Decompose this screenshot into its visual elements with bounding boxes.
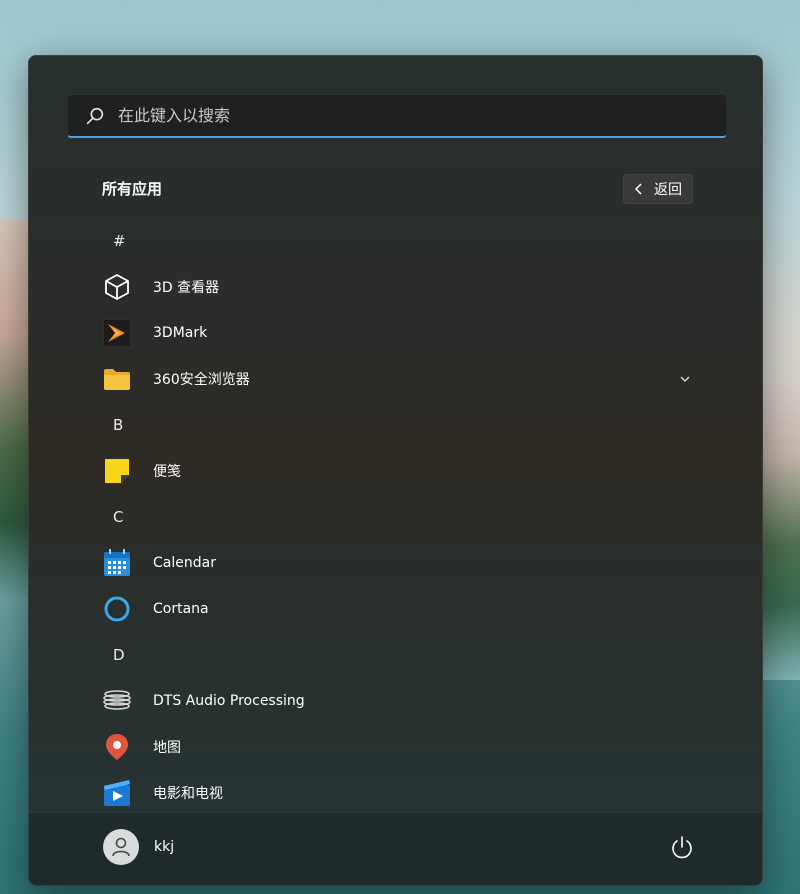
letter-header-d[interactable]: D — [29, 632, 762, 678]
movies-tv-icon — [103, 779, 131, 807]
letter-header-hash[interactable]: # — [29, 218, 762, 264]
app-label: Calendar — [153, 555, 216, 571]
app-item-sticky-notes[interactable]: 便笺 — [29, 448, 762, 494]
start-footer: kkj — [29, 812, 762, 885]
maps-icon — [103, 733, 131, 761]
app-item-movies-tv[interactable]: 电影和电视 — [29, 770, 762, 816]
app-item-360-browser[interactable]: 360安全浏览器 — [29, 356, 762, 402]
power-icon[interactable] — [669, 835, 695, 861]
app-item-dts-audio[interactable]: DTS Audio Processing — [29, 678, 762, 724]
letter-header-b[interactable]: B — [29, 402, 762, 448]
back-button[interactable]: 返回 — [623, 174, 693, 204]
app-label: 地图 — [153, 740, 181, 756]
back-button-label: 返回 — [654, 182, 682, 198]
start-menu: 所有应用 返回 # 3D 查看器 — [28, 55, 763, 886]
dts-icon — [103, 687, 131, 715]
letter-header-c[interactable]: C — [29, 494, 762, 540]
avatar[interactable] — [103, 829, 139, 865]
app-list: # 3D 查看器 3DMark 360安全浏览器 B 便笺 C Calendar… — [29, 218, 762, 816]
calendar-icon — [103, 549, 131, 577]
cortana-icon — [103, 595, 131, 623]
3dmark-icon — [103, 319, 131, 347]
app-item-maps[interactable]: 地图 — [29, 724, 762, 770]
app-label: 3D 查看器 — [153, 280, 220, 296]
app-label: 3DMark — [153, 325, 208, 341]
search-icon — [86, 107, 104, 124]
app-label: DTS Audio Processing — [153, 693, 305, 709]
app-item-cortana[interactable]: Cortana — [29, 586, 762, 632]
app-label: 便笺 — [153, 464, 181, 480]
all-apps-title: 所有应用 — [102, 180, 163, 198]
app-label: 电影和电视 — [153, 786, 223, 802]
app-label: Cortana — [153, 601, 209, 617]
chevron-down-icon[interactable] — [679, 373, 691, 385]
cube-icon — [103, 273, 131, 301]
search-box[interactable] — [67, 94, 727, 138]
app-label: 360安全浏览器 — [153, 372, 250, 388]
sticky-notes-icon — [103, 457, 131, 485]
folder-icon — [103, 365, 131, 393]
chevron-left-icon — [634, 183, 642, 195]
app-item-3dmark[interactable]: 3DMark — [29, 310, 762, 356]
app-item-calendar[interactable]: Calendar — [29, 540, 762, 586]
app-item-3d-viewer[interactable]: 3D 查看器 — [29, 264, 762, 310]
search-input[interactable] — [116, 105, 726, 126]
wallpaper-right — [760, 380, 800, 680]
user-name[interactable]: kkj — [154, 839, 174, 855]
user-icon — [112, 837, 130, 857]
